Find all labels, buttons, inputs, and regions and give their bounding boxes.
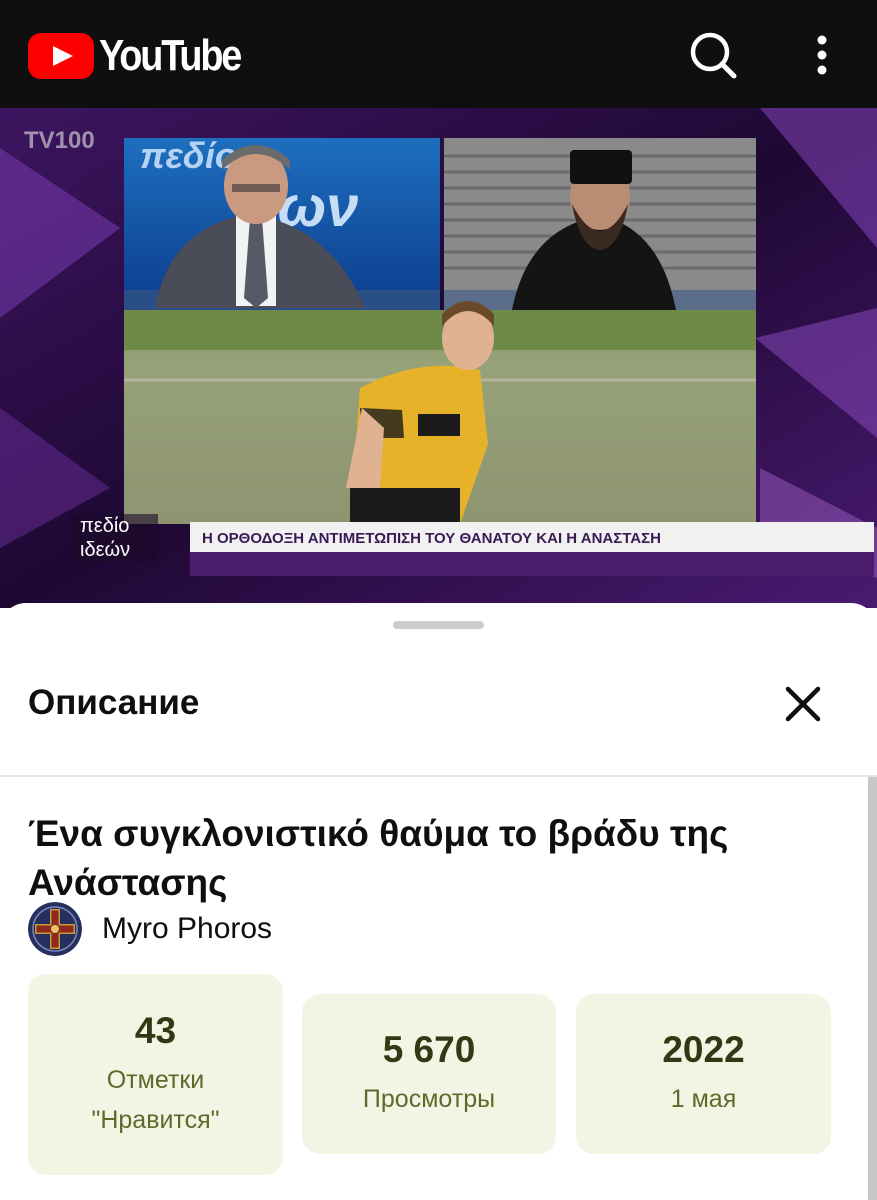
publish-year: 2022 <box>662 1029 745 1070</box>
likes-stat: 43 Отметки "Нравится" <box>28 974 283 1175</box>
svg-text:πεδίο: πεδίο <box>140 135 237 176</box>
youtube-play-icon <box>28 33 94 79</box>
more-vert-icon <box>817 35 827 75</box>
video-player[interactable]: TV100 πεδίο εων πεδίο ιδεών Η ΟΡΘΟΔΟΞΗ Α… <box>0 108 877 608</box>
youtube-logo[interactable]: YouTube <box>28 31 263 81</box>
more-options-button[interactable] <box>797 30 847 80</box>
channel-name[interactable]: Myro Phoros <box>102 912 272 946</box>
search-icon <box>690 32 737 79</box>
divider <box>0 775 877 777</box>
close-icon <box>785 686 821 722</box>
description-sheet: Описание Ένα συγκλονιστικό θαύμα το βράδ… <box>0 603 877 1200</box>
date-stat: 2022 1 мая <box>576 994 831 1154</box>
youtube-wordmark: YouTube <box>99 31 242 80</box>
likes-label: Отметки "Нравится" <box>91 1065 220 1134</box>
publish-date: 1 мая <box>670 1085 737 1113</box>
sheet-title: Описание <box>28 683 200 722</box>
orthodox-cross-icon <box>28 902 82 956</box>
video-title: Ένα συγκλονιστικό θαύμα το βράδυ της Ανά… <box>28 813 729 903</box>
views-label: Просмотры <box>362 1085 496 1113</box>
channel-avatar[interactable] <box>28 902 82 956</box>
close-button[interactable] <box>782 683 824 725</box>
top-app-bar: YouTube <box>0 0 877 108</box>
show-logo-line1: πεδίο <box>80 515 129 537</box>
video-frame: TV100 πεδίο εων πεδίο ιδεών Η ΟΡΘΟΔΟΞΗ Α… <box>0 108 877 608</box>
lower-third-caption: Η ΟΡΘΟΔΟΞΗ ΑΝΤΙΜΕΤΩΠΙΣΗ ΤΟΥ ΘΑΝΑΤΟΥ ΚΑΙ … <box>202 530 661 547</box>
scrollbar[interactable] <box>868 777 877 1200</box>
channel-bug: TV100 <box>24 127 95 154</box>
likes-count: 43 <box>134 1009 177 1051</box>
search-button[interactable] <box>688 30 738 80</box>
views-stat: 5 670 Просмотры <box>302 994 556 1154</box>
show-logo-line2: ιδεών <box>80 539 130 561</box>
drag-handle[interactable] <box>393 621 484 629</box>
channel-row[interactable]: Myro Phoros <box>28 902 272 956</box>
views-count: 5 670 <box>382 1029 476 1070</box>
